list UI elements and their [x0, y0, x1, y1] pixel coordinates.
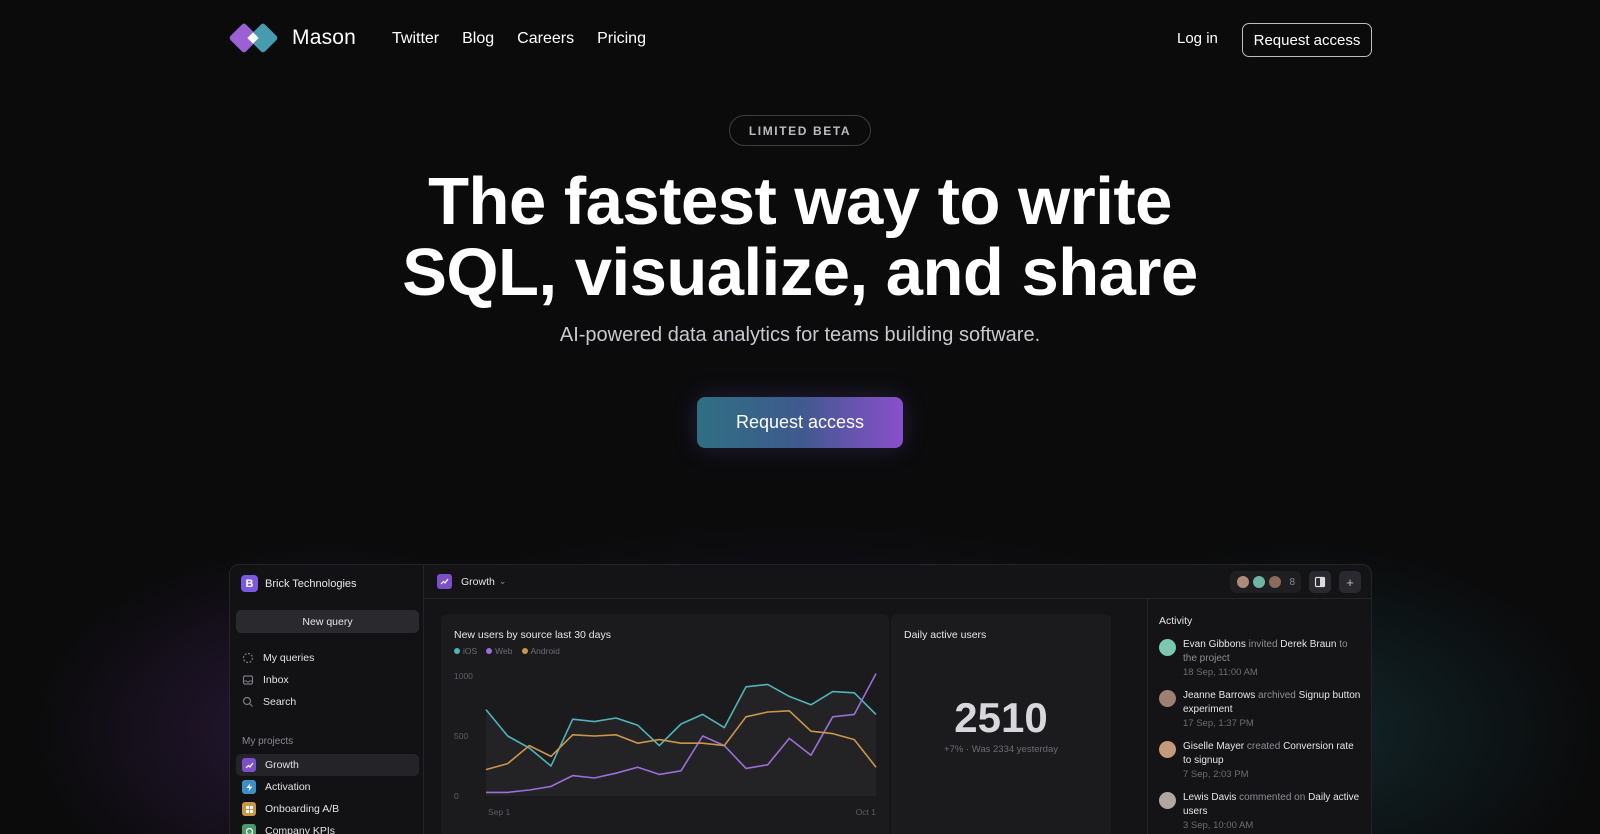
nav-link-twitter[interactable]: Twitter [392, 30, 439, 48]
app-topbar: Growth ⌄ 8 + [424, 565, 1371, 599]
avatar [1159, 639, 1176, 656]
target-icon [242, 824, 256, 834]
workspace-icon: B [241, 575, 258, 592]
growth-chart-icon [437, 574, 452, 589]
project-item-onboarding-ab[interactable]: Onboarding A/B [236, 798, 419, 820]
activity-panel: Activity Evan Gibbons invited Derek Brau… [1147, 599, 1371, 834]
avatar [1159, 792, 1176, 809]
activity-item[interactable]: Lewis Davis commented on Daily active us… [1159, 791, 1364, 833]
sidebar-item-label: My queries [263, 652, 315, 664]
limited-beta-badge: LIMITED BETA [729, 115, 871, 146]
avatar [1268, 575, 1283, 589]
hero-request-access-button[interactable]: Request access [697, 397, 903, 448]
dau-title: Daily active users [904, 629, 987, 641]
nav-link-blog[interactable]: Blog [462, 30, 494, 48]
hero-headline: The fastest way to write SQL, visualize,… [300, 166, 1300, 308]
activity-item[interactable]: Giselle Mayer created Conversion rate to… [1159, 740, 1364, 782]
legend-item-web: Web [486, 646, 513, 656]
project-item-company-kpis[interactable]: Company KPIs [236, 820, 419, 834]
logo-text: Mason [292, 26, 357, 49]
queries-icon [242, 652, 254, 664]
headline-line-1: The fastest way to write [428, 164, 1172, 239]
sidebar: B Brick Technologies New query My querie… [230, 565, 424, 834]
member-count: 8 [1289, 576, 1295, 588]
add-button[interactable]: + [1339, 571, 1361, 593]
app-preview: B Brick Technologies New query My querie… [229, 564, 1372, 834]
headline-line-2: SQL, visualize, and share [402, 235, 1198, 310]
avatar [1159, 741, 1176, 758]
new-users-chart-card[interactable]: New users by source last 30 days iOS Web… [441, 614, 889, 834]
chevron-down-icon: ⌄ [498, 576, 507, 586]
chart-legend: iOS Web Android [454, 646, 560, 656]
x-tick-label: Oct 1 [856, 807, 877, 817]
activity-time: 3 Sep, 10:00 AM [1183, 820, 1254, 831]
new-query-button[interactable]: New query [236, 610, 419, 633]
growth-chart-icon [242, 758, 256, 772]
workspace-name: Brick Technologies [265, 577, 357, 590]
grid-icon [242, 802, 256, 816]
y-tick-label: 1000 [454, 671, 473, 681]
x-tick-label: Sep 1 [488, 807, 510, 817]
activity-text: Lewis Davis commented on Daily active us… [1183, 792, 1360, 817]
project-label: Growth [265, 759, 299, 771]
activity-text: Jeanne Barrows archived Signup button ex… [1183, 690, 1361, 715]
daily-active-users-card[interactable]: Daily active users 2510 +7% · Was 2334 y… [891, 614, 1111, 834]
activity-heading: Activity [1159, 615, 1193, 627]
legend-item-ios: iOS [454, 646, 477, 656]
project-label: Onboarding A/B [265, 803, 340, 815]
project-label: Company KPIs [265, 825, 336, 834]
panel-toggle-button[interactable] [1309, 571, 1331, 593]
activity-time: 17 Sep, 1:37 PM [1183, 718, 1254, 729]
logo[interactable]: Mason [228, 22, 357, 54]
sidebar-item-search[interactable]: Search [236, 691, 419, 713]
top-nav: Mason Twitter Blog Careers Pricing Log i… [0, 0, 1600, 80]
nav-request-access-button[interactable]: Request access [1242, 23, 1372, 57]
hero-subtitle: AI-powered data analytics for teams buil… [559, 324, 1041, 346]
nav-link-careers[interactable]: Careers [517, 30, 574, 48]
inbox-icon [242, 674, 254, 686]
activity-time: 18 Sep, 11:00 AM [1183, 667, 1258, 678]
activity-text: Evan Gibbons invited Derek Braun to the … [1183, 639, 1348, 664]
avatar [1252, 575, 1267, 589]
nav-link-pricing[interactable]: Pricing [597, 30, 646, 48]
nav-links: Twitter Blog Careers Pricing [392, 30, 646, 48]
workspace-switcher[interactable]: B Brick Technologies [241, 575, 357, 592]
mason-logo-icon [228, 22, 280, 54]
activity-item[interactable]: Jeanne Barrows archived Signup button ex… [1159, 689, 1364, 731]
panel-icon [1314, 576, 1326, 588]
activity-time: 7 Sep, 2:03 PM [1183, 769, 1249, 780]
login-link[interactable]: Log in [1177, 30, 1218, 47]
y-tick-label: 500 [454, 731, 468, 741]
project-item-activation[interactable]: Activation [236, 776, 419, 798]
project-label: Activation [265, 781, 311, 793]
activity-item[interactable]: Evan Gibbons invited Derek Braun to the … [1159, 638, 1364, 680]
breadcrumb-label: Growth [461, 575, 495, 588]
sidebar-item-inbox[interactable]: Inbox [236, 669, 419, 691]
dau-value: 2510 [954, 694, 1048, 741]
avatar [1159, 690, 1176, 707]
y-tick-label: 0 [454, 791, 459, 801]
search-icon [242, 696, 254, 708]
chart-title: New users by source last 30 days [454, 629, 611, 641]
plus-icon: + [1346, 574, 1354, 590]
breadcrumb[interactable]: Growth ⌄ [437, 574, 506, 589]
line-chart: 0 500 1000 Sep 1 Oct 1 [454, 671, 877, 817]
activity-text: Giselle Mayer created Conversion rate to… [1183, 741, 1354, 766]
bolt-icon [242, 780, 256, 794]
sidebar-item-label: Inbox [263, 674, 289, 686]
sidebar-item-my-queries[interactable]: My queries [236, 647, 419, 669]
member-avatars[interactable]: 8 [1230, 571, 1301, 593]
legend-item-android: Android [521, 646, 560, 656]
avatar [1236, 575, 1251, 589]
dau-subtitle: +7% · Was 2334 yesterday [944, 744, 1058, 755]
project-item-growth[interactable]: Growth [236, 754, 419, 776]
sidebar-item-label: Search [263, 696, 297, 708]
projects-heading: My projects [242, 736, 294, 747]
